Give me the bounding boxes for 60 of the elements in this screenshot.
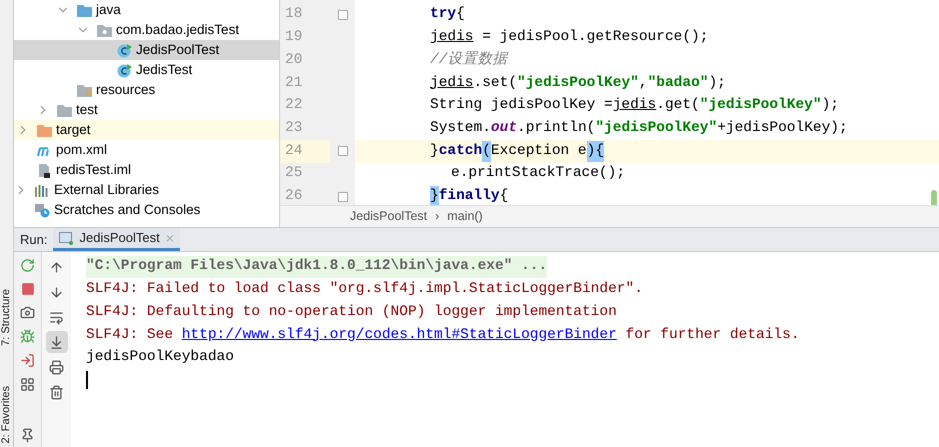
code-line: System.out.println("jedisPoolKey"+jedisPoolKey); <box>429 118 849 138</box>
code-line: String jedisPoolKey =jedis.get("jedisPoolKey"); <box>429 96 840 116</box>
class-icon <box>116 62 133 78</box>
line-number: 26 <box>284 186 304 205</box>
code-line: jedis.set("jedisPoolKey","badao"); <box>429 74 727 93</box>
line-number: 24 <box>280 140 330 163</box>
folder-icon <box>56 102 73 118</box>
console-link[interactable]: http://www.slf4j.org/codes.html#StaticLoggerBinder <box>182 326 617 343</box>
code-line: try{ <box>429 5 466 24</box>
folder-icon <box>96 22 113 38</box>
layout-icon[interactable] <box>20 377 35 392</box>
bug-icon[interactable] <box>20 329 35 344</box>
folder-icon <box>76 82 93 98</box>
pin-icon[interactable] <box>20 428 35 443</box>
run-tab[interactable]: JedisPoolTest × <box>53 228 180 251</box>
camera-icon[interactable] <box>20 305 35 320</box>
console-line: SLF4J: See http://www.slf4j.org/codes.html#StaticLoggerBinder for further details. <box>86 326 800 345</box>
tree-item[interactable]: resources <box>14 80 279 100</box>
line-number: 19 <box>284 28 304 48</box>
fold-marker-icon[interactable] <box>338 10 348 20</box>
tree-item[interactable]: pom.xml <box>14 140 279 160</box>
line-number: 18 <box>284 5 304 24</box>
login-icon[interactable] <box>20 353 35 368</box>
tree-item[interactable]: External Libraries <box>14 180 279 200</box>
breadcrumb-separator: › <box>435 208 440 226</box>
run-label: Run: <box>19 230 48 249</box>
tree-item[interactable]: test <box>14 100 279 120</box>
line-number: 25 <box>284 164 304 184</box>
line-number: 22 <box>284 96 304 116</box>
fold-marker-icon[interactable] <box>338 192 348 202</box>
tree-item[interactable]: java <box>14 0 279 20</box>
fold-marker-icon[interactable] <box>338 146 348 156</box>
line-number: 23 <box>284 118 304 138</box>
code-line: e.printStackTrace(); <box>450 164 626 184</box>
console-icon <box>59 232 74 244</box>
console-line: jedisPoolKeybadao <box>86 348 234 368</box>
stop-icon[interactable] <box>20 282 34 296</box>
tree-item[interactable]: JedisTest <box>14 60 279 80</box>
code-line: jedis = jedisPool.getResource(); <box>429 28 710 48</box>
scratches-icon <box>34 202 51 218</box>
rerun-icon[interactable] <box>20 258 35 273</box>
console-line: SLF4J: Failed to load class "org.slf4j.impl.StaticLoggerBinder". <box>86 280 643 300</box>
code-line: //设置数据 <box>429 50 510 70</box>
scroll-to-end-icon[interactable] <box>46 331 68 353</box>
line-number: 21 <box>284 74 304 93</box>
tool-window-tab[interactable]: 7: Structure <box>0 288 15 346</box>
class-icon <box>116 42 133 58</box>
tree-item[interactable]: redisTest.iml <box>14 160 279 180</box>
tree-item[interactable]: JedisPoolTest <box>14 40 279 60</box>
breadcrumb-item[interactable]: main() <box>447 207 483 226</box>
tree-item[interactable]: Scratches and Consoles <box>14 200 279 220</box>
console-line: SLF4J: Defaulting to no-operation (NOP) logger implementation <box>86 302 617 322</box>
tree-item[interactable]: com.badao.jedisTest <box>14 20 279 40</box>
tree-item[interactable]: target <box>14 120 279 140</box>
tool-window-tab[interactable]: 2: Favorites <box>0 386 15 443</box>
line-number: 20 <box>284 50 304 70</box>
file-icon <box>36 162 53 178</box>
folder-icon <box>76 2 93 18</box>
folder-icon <box>36 122 53 138</box>
breadcrumb-item[interactable]: JedisPoolTest <box>350 207 428 226</box>
